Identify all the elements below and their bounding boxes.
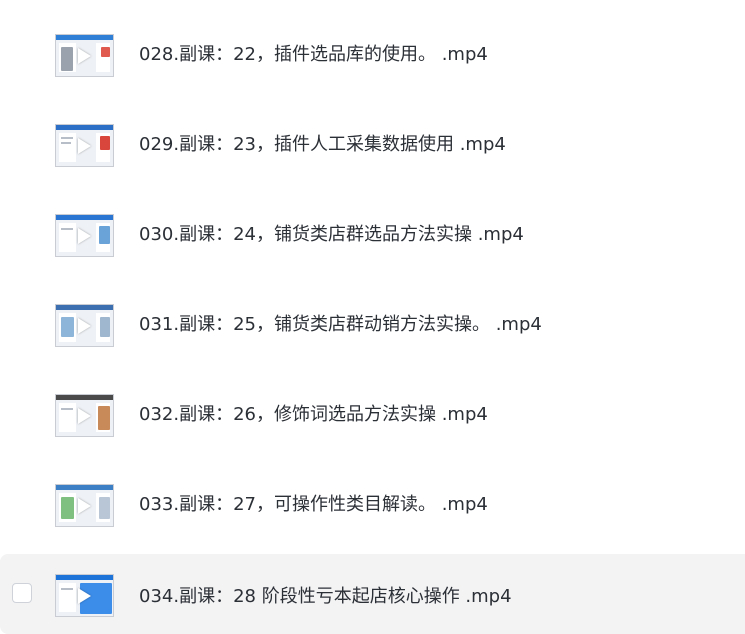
file-row[interactable]: 029.副课：23，插件人工采集数据使用 .mp4	[0, 106, 745, 186]
thumbnail-line	[61, 408, 73, 410]
thumbnail-block	[99, 497, 110, 519]
play-icon	[78, 228, 91, 244]
thumbnail-titlebar	[56, 395, 113, 400]
thumbnail-titlebar	[56, 35, 113, 40]
thumbnail-block	[100, 136, 110, 150]
file-row[interactable]: 028.副课：22，插件选品库的使用。 .mp4	[0, 16, 745, 96]
thumbnail-line	[61, 137, 73, 139]
file-list: 028.副课：22，插件选品库的使用。 .mp4 029.副课：23，插件人工采…	[0, 0, 745, 634]
play-icon	[78, 318, 91, 334]
thumbnail-titlebar	[56, 125, 113, 130]
play-icon	[78, 588, 91, 604]
thumbnail-titlebar	[56, 305, 113, 310]
file-name[interactable]: 033.副课：27，可操作性类目解读。 .mp4	[139, 494, 488, 516]
video-thumbnail[interactable]	[55, 124, 114, 167]
thumbnail-titlebar	[56, 215, 113, 220]
file-row[interactable]: 033.副课：27，可操作性类目解读。 .mp4	[0, 466, 745, 546]
file-name[interactable]: 030.副课：24，铺货类店群选品方法实操 .mp4	[139, 224, 524, 246]
file-name[interactable]: 031.副课：25，铺货类店群动销方法实操。 .mp4	[139, 314, 542, 336]
play-icon	[78, 408, 91, 424]
play-icon	[78, 498, 91, 514]
thumbnail-line	[61, 588, 73, 590]
thumbnail-titlebar	[56, 485, 113, 490]
video-thumbnail[interactable]	[55, 34, 114, 77]
file-row[interactable]: 030.副课：24，铺货类店群选品方法实操 .mp4	[0, 196, 745, 276]
video-thumbnail[interactable]	[55, 394, 114, 437]
video-thumbnail[interactable]	[55, 574, 114, 617]
video-thumbnail[interactable]	[55, 214, 114, 257]
file-row[interactable]: 031.副课：25，铺货类店群动销方法实操。 .mp4	[0, 286, 745, 366]
thumbnail-block	[61, 497, 74, 519]
file-name[interactable]: 029.副课：23，插件人工采集数据使用 .mp4	[139, 134, 506, 156]
thumbnail-block	[61, 47, 73, 71]
thumbnail-block	[98, 406, 110, 430]
thumbnail-block	[101, 47, 110, 57]
file-row-selected[interactable]: 034.副课：28 阶段性亏本起店核心操作 .mp4	[0, 554, 745, 634]
thumbnail-line	[61, 228, 73, 230]
thumbnail-titlebar	[56, 575, 113, 580]
play-icon	[78, 138, 91, 154]
thumbnail-block	[100, 317, 110, 337]
play-icon	[78, 48, 91, 64]
video-thumbnail[interactable]	[55, 304, 114, 347]
select-checkbox[interactable]	[12, 583, 32, 603]
file-name[interactable]: 032.副课：26，修饰词选品方法实操 .mp4	[139, 404, 488, 426]
file-row[interactable]: 032.副课：26，修饰词选品方法实操 .mp4	[0, 376, 745, 456]
thumbnail-block	[99, 226, 110, 244]
video-thumbnail[interactable]	[55, 484, 114, 527]
thumbnail-line	[61, 142, 71, 144]
file-name[interactable]: 028.副课：22，插件选品库的使用。 .mp4	[139, 44, 488, 66]
file-name[interactable]: 034.副课：28 阶段性亏本起店核心操作 .mp4	[139, 586, 512, 608]
thumbnail-block	[61, 317, 74, 337]
